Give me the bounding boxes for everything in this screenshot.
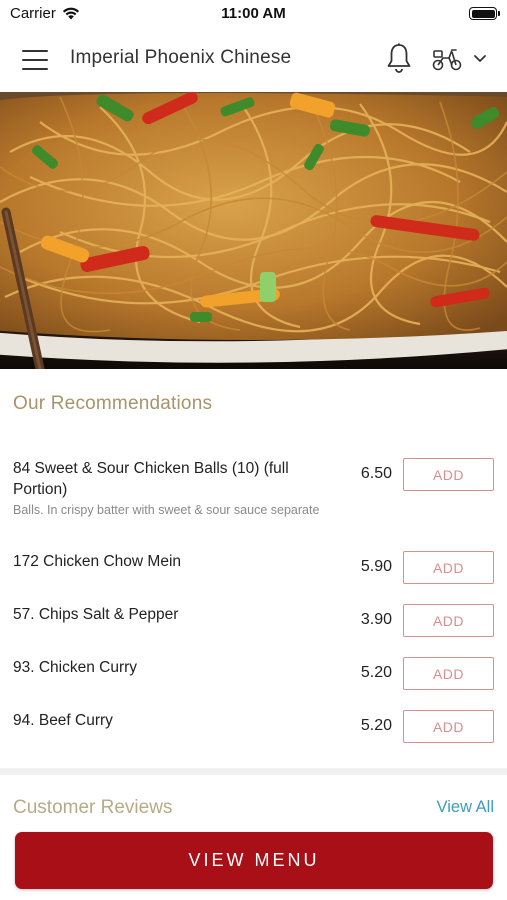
item-name: 93. Chicken Curry <box>13 659 138 676</box>
hero-image <box>0 92 507 369</box>
item-name: 94. Beef Curry <box>13 712 113 729</box>
status-time: 11:00 AM <box>221 5 286 22</box>
item-price: 5.20 <box>360 717 392 734</box>
scooter-icon[interactable] <box>431 46 463 72</box>
view-menu-button[interactable]: VIEW MENU <box>15 832 493 889</box>
reviews-title: Customer Reviews <box>13 797 173 818</box>
add-button[interactable]: ADD <box>403 657 494 690</box>
item-name: 57. Chips Salt & Pepper <box>13 606 179 623</box>
item-price: 3.90 <box>360 611 392 628</box>
status-bar: Carrier 11:00 AM <box>0 0 507 28</box>
add-button[interactable]: ADD <box>403 604 494 637</box>
item-name: 172 Chicken Chow Mein <box>13 553 182 570</box>
item-price: 5.90 <box>360 558 392 575</box>
noodle-dish-photo <box>0 92 507 369</box>
section-divider <box>0 768 507 775</box>
menu-icon[interactable] <box>22 50 48 70</box>
item-description: Balls. In crispy batter with sweet & sou… <box>13 503 320 517</box>
add-button[interactable]: ADD <box>403 710 494 743</box>
battery-icon <box>469 7 500 20</box>
bell-icon[interactable] <box>385 42 413 74</box>
chevron-down-icon[interactable] <box>472 52 488 64</box>
add-button[interactable]: ADD <box>403 551 494 584</box>
add-button[interactable]: ADD <box>403 458 494 491</box>
recommendations-title: Our Recommendations <box>13 393 213 414</box>
item-name: 84 Sweet & Sour Chicken Balls (10) (full… <box>13 460 289 498</box>
app-header: Imperial Phoenix Chinese <box>0 28 507 92</box>
view-all-link[interactable]: View All <box>437 798 494 817</box>
page-title: Imperial Phoenix Chinese <box>70 47 292 68</box>
item-price: 5.20 <box>360 664 392 681</box>
item-price: 6.50 <box>360 465 392 482</box>
